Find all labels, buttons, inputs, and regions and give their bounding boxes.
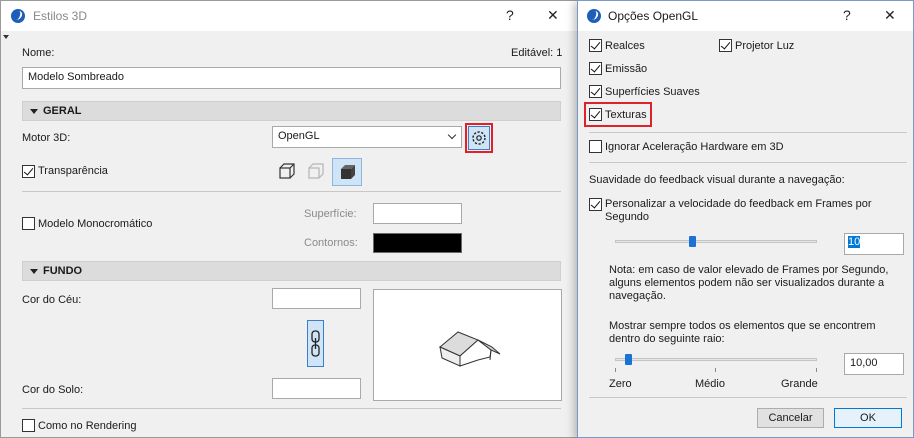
transparency-mode-selected-button[interactable] xyxy=(332,158,362,186)
ok-button[interactable]: OK xyxy=(834,408,902,428)
como-rendering-checkbox[interactable] xyxy=(22,419,35,432)
personalizar-fps-label-line1: Personalizar a velocidade do feedback em… xyxy=(605,198,872,210)
raio-input[interactable]: 10,00 xyxy=(844,353,904,375)
link-colors-button[interactable] xyxy=(307,320,324,367)
slider-tick xyxy=(615,368,616,372)
collapse-arrow-icon[interactable] xyxy=(3,35,9,39)
gear-icon xyxy=(472,131,486,145)
como-rendering-label: Como no Rendering xyxy=(38,420,137,432)
chevron-down-icon xyxy=(447,130,457,140)
editavel-count: Editável: 1 xyxy=(511,47,563,59)
texturas-checkbox[interactable] xyxy=(589,108,602,121)
fundo-section-title: FUNDO xyxy=(43,265,83,277)
fps-input[interactable]: 10 xyxy=(844,233,904,255)
separator-line xyxy=(589,397,907,398)
contornos-label: Contornos: xyxy=(304,237,358,249)
nome-label: Nome: xyxy=(22,47,55,59)
close-button[interactable]: ✕ xyxy=(884,7,896,24)
nota-line2: alguns elementos podem não ser visualiza… xyxy=(609,277,885,289)
background-preview xyxy=(373,289,562,401)
cancel-button[interactable]: Cancelar xyxy=(757,408,824,428)
transparency-mode-disabled-icon xyxy=(308,163,324,179)
separator-line xyxy=(22,408,561,409)
ignorar-aceleracao-label: Ignorar Aceleração Hardware em 3D xyxy=(605,141,784,153)
help-button[interactable]: ? xyxy=(506,7,514,23)
mostrar-line1: Mostrar sempre todos os elementos que se… xyxy=(609,320,876,332)
fps-value: 10 xyxy=(848,236,861,248)
opengl-window-title: Opções OpenGL xyxy=(608,9,699,23)
realces-checkbox[interactable] xyxy=(589,39,602,52)
engine-settings-button[interactable] xyxy=(468,126,490,150)
estilos-titlebar: Estilos 3D ? ✕ xyxy=(1,1,577,31)
nome-input[interactable]: Modelo Sombreado xyxy=(22,67,561,89)
nota-line1: Nota: em caso de valor elevado de Frames… xyxy=(609,264,889,276)
ignorar-aceleracao-checkbox[interactable] xyxy=(589,140,602,153)
monocromatico-checkbox[interactable] xyxy=(22,217,35,230)
raio-slider-thumb[interactable] xyxy=(625,354,632,365)
motor-3d-label: Motor 3D: xyxy=(22,132,71,144)
chain-link-icon xyxy=(311,330,320,357)
mostrar-line2: dentro do seguinte raio: xyxy=(609,333,725,345)
help-button[interactable]: ? xyxy=(843,7,851,23)
app-logo-icon xyxy=(587,9,601,23)
cor-ceu-swatch[interactable] xyxy=(272,288,361,309)
fps-slider[interactable] xyxy=(615,235,817,249)
slider-zero-label: Zero xyxy=(609,378,632,390)
superficie-color-swatch[interactable] xyxy=(373,203,462,224)
motor-3d-selected: OpenGL xyxy=(278,130,320,142)
raio-slider[interactable] xyxy=(615,353,817,373)
estilos-window-title: Estilos 3D xyxy=(33,9,88,23)
motor-3d-dropdown[interactable]: OpenGL xyxy=(272,126,462,148)
transparencia-label: Transparência xyxy=(38,165,108,177)
superficies-suaves-label: Superfícies Suaves xyxy=(605,86,700,98)
separator-line xyxy=(22,191,561,192)
geral-section-title: GERAL xyxy=(43,105,82,117)
transparency-mode-opaque-icon[interactable] xyxy=(277,162,297,182)
emissao-label: Emissão xyxy=(605,63,648,75)
slider-grande-label: Grande xyxy=(781,378,818,390)
expand-triangle-icon xyxy=(30,269,38,274)
house-preview-icon xyxy=(439,331,501,367)
cor-solo-label: Cor do Solo: xyxy=(22,384,84,396)
opengl-titlebar: Opções OpenGL ? ✕ xyxy=(578,1,913,31)
separator-line xyxy=(589,132,907,133)
projetor-luz-label: Projetor Luz xyxy=(735,40,795,52)
slider-medio-label: Médio xyxy=(695,378,725,390)
texturas-label: Texturas xyxy=(605,109,647,121)
realces-label: Realces xyxy=(605,40,645,52)
nota-line3: navegação. xyxy=(609,290,666,302)
slider-tick xyxy=(715,368,716,372)
suavidade-label: Suavidade do feedback visual durante a n… xyxy=(589,174,845,186)
superficie-label: Superfície: xyxy=(304,208,357,220)
personalizar-fps-checkbox[interactable] xyxy=(589,198,602,211)
cor-solo-swatch[interactable] xyxy=(272,378,361,399)
slider-tick xyxy=(816,368,817,372)
geral-section-header[interactable]: GERAL xyxy=(22,101,561,121)
close-button[interactable]: ✕ xyxy=(547,7,559,24)
estilos-3d-window: Estilos 3D ? ✕ Nome: Editável: 1 Modelo … xyxy=(0,0,578,438)
emissao-checkbox[interactable] xyxy=(589,62,602,75)
opcoes-opengl-window: Opções OpenGL ? ✕ Realces Projetor Luz E… xyxy=(577,0,914,438)
monocromatico-label: Modelo Monocromático xyxy=(38,218,153,230)
fps-slider-track xyxy=(615,240,817,243)
solid-cube-icon xyxy=(341,165,355,179)
expand-triangle-icon xyxy=(30,109,38,114)
cor-ceu-label: Cor do Céu: xyxy=(22,294,82,306)
separator-line xyxy=(589,162,907,163)
fundo-section-header[interactable]: FUNDO xyxy=(22,261,561,281)
personalizar-fps-label-line2: Segundo xyxy=(605,211,650,223)
projetor-luz-checkbox[interactable] xyxy=(719,39,732,52)
raio-slider-track xyxy=(615,358,817,361)
transparencia-checkbox[interactable] xyxy=(22,165,35,178)
app-logo-icon xyxy=(11,9,25,23)
fps-slider-thumb[interactable] xyxy=(689,236,696,247)
superficies-suaves-checkbox[interactable] xyxy=(589,85,602,98)
contornos-color-swatch[interactable] xyxy=(373,233,462,253)
